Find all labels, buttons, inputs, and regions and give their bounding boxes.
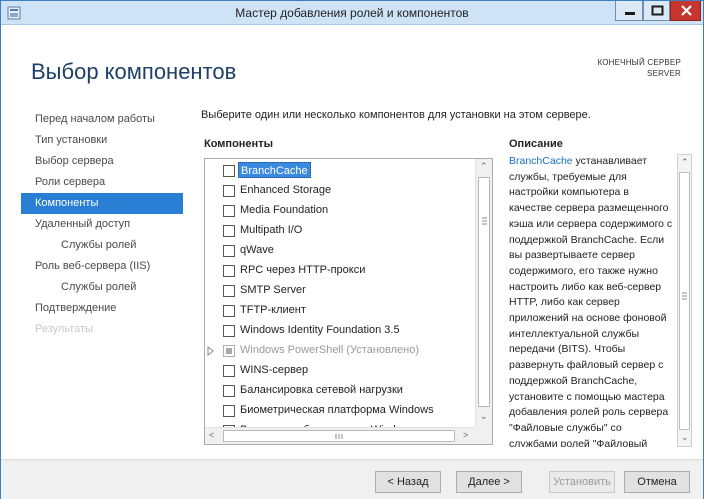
- description-body: устанавливает службы, требуемые для наст…: [509, 155, 673, 447]
- list-item-label: BranchCache: [238, 162, 311, 178]
- close-button[interactable]: [670, 1, 701, 21]
- checkbox[interactable]: [223, 245, 235, 257]
- list-item[interactable]: SMTP Server: [205, 281, 475, 301]
- list-item[interactable]: Балансировка сетевой нагрузки: [205, 381, 475, 401]
- list-item[interactable]: WINS-сервер: [205, 361, 475, 381]
- wizard-window: Мастер добавления ролей и компонентов Вы…: [0, 0, 704, 499]
- nav-item-remote-access-role-services[interactable]: Службы ролей: [21, 235, 183, 256]
- nav-item-server-selection[interactable]: Выбор сервера: [21, 151, 183, 172]
- destination-server: КОНЕЧНЫЙ СЕРВЕР SERVER: [597, 57, 681, 79]
- list-item[interactable]: TFTP-клиент: [205, 301, 475, 321]
- list-item[interactable]: Enhanced Storage: [205, 181, 475, 201]
- checkbox[interactable]: [223, 185, 235, 197]
- list-item-label: TFTP-клиент: [240, 304, 306, 316]
- scroll-thumb[interactable]: [679, 172, 690, 430]
- checkbox[interactable]: [223, 365, 235, 377]
- list-item-label: qWave: [240, 244, 274, 256]
- nav-item-results: Результаты: [35, 323, 93, 335]
- install-button: Установить: [549, 471, 615, 493]
- nav-item-confirmation[interactable]: Подтверждение: [21, 298, 183, 319]
- scroll-right-icon[interactable]: >: [463, 430, 468, 440]
- minimize-button[interactable]: [615, 1, 643, 21]
- scroll-left-icon[interactable]: <: [209, 430, 214, 440]
- maximize-icon: [651, 5, 664, 16]
- title-bar[interactable]: Мастер добавления ролей и компонентов: [1, 1, 703, 25]
- list-item[interactable]: Биометрическая платформа Windows: [205, 401, 475, 421]
- cancel-button[interactable]: Отмена: [624, 471, 690, 493]
- scrollbar-corner: [475, 427, 492, 444]
- nav-item-features[interactable]: Компоненты: [21, 193, 183, 214]
- description-panel: BranchCache устанавливает службы, требуе…: [509, 154, 692, 447]
- destination-server-name: SERVER: [647, 69, 681, 78]
- minimize-icon: [625, 12, 635, 15]
- window-title: Мастер добавления ролей и компонентов: [235, 6, 469, 20]
- next-button[interactable]: Далее >: [456, 471, 522, 493]
- checkbox[interactable]: [223, 385, 235, 397]
- list-item-label: Биометрическая платформа Windows: [240, 404, 434, 416]
- wizard-nav: Перед началом работы Тип установки Выбор…: [21, 109, 183, 340]
- description-scrollbar[interactable]: ⌃ ⌄: [677, 154, 692, 447]
- list-item-label: Windows PowerShell (Установлено): [240, 344, 419, 356]
- nav-item-web-server-role-services[interactable]: Службы ролей: [21, 277, 183, 298]
- nav-item-server-roles[interactable]: Роли сервера: [21, 172, 183, 193]
- list-item-label: Multipath I/O: [240, 224, 303, 236]
- instruction-text: Выберите один или несколько компонентов …: [201, 109, 591, 121]
- description-link[interactable]: BranchCache: [509, 155, 573, 167]
- checkbox[interactable]: [223, 225, 235, 237]
- list-item-label: RPC через HTTP-прокси: [240, 264, 366, 276]
- nav-item-before-you-begin[interactable]: Перед началом работы: [21, 109, 183, 130]
- list-item-label: Enhanced Storage: [240, 184, 332, 196]
- list-item-label: Media Foundation: [240, 204, 329, 216]
- checkbox[interactable]: [223, 165, 235, 177]
- scroll-thumb[interactable]: [223, 430, 455, 442]
- checkbox[interactable]: [223, 305, 235, 317]
- grip-icon: [335, 434, 343, 439]
- scroll-up-icon[interactable]: ⌃: [681, 157, 689, 168]
- destination-server-label: КОНЕЧНЫЙ СЕРВЕР: [597, 58, 681, 67]
- scroll-up-icon[interactable]: ⌃: [480, 161, 488, 172]
- grip-icon: [682, 292, 687, 300]
- components-header: Компоненты: [204, 138, 273, 150]
- components-horizontal-scrollbar[interactable]: < >: [205, 427, 475, 444]
- list-item[interactable]: RPC через HTTP-прокси: [205, 261, 475, 281]
- list-item-label: Балансировка сетевой нагрузки: [240, 384, 403, 396]
- list-item-label: SMTP Server: [240, 284, 306, 296]
- description-text: BranchCache устанавливает службы, требуе…: [509, 154, 673, 447]
- list-item[interactable]: Multipath I/O: [205, 221, 475, 241]
- checkbox[interactable]: [223, 205, 235, 217]
- maximize-button[interactable]: [643, 1, 670, 21]
- checkbox-partial: [223, 345, 235, 357]
- components-vertical-scrollbar[interactable]: ⌃ ⌄: [475, 159, 492, 428]
- list-item[interactable]: Windows Identity Foundation 3.5: [205, 321, 475, 341]
- back-button[interactable]: < Назад: [375, 471, 441, 493]
- list-item[interactable]: Windows PowerShell (Установлено): [205, 341, 475, 361]
- nav-item-installation-type[interactable]: Тип установки: [21, 130, 183, 151]
- components-list[interactable]: BranchCache Enhanced Storage Media Found…: [204, 158, 493, 445]
- scroll-down-icon[interactable]: ⌄: [480, 411, 488, 422]
- checkbox[interactable]: [223, 325, 235, 337]
- checkbox[interactable]: [223, 265, 235, 277]
- nav-item-remote-access[interactable]: Удаленный доступ: [21, 214, 183, 235]
- wizard-footer: < Назад Далее > Установить Отмена: [1, 459, 703, 499]
- list-item-label: Windows Identity Foundation 3.5: [240, 324, 400, 336]
- list-item[interactable]: BranchCache: [205, 161, 475, 181]
- page-title: Выбор компонентов: [31, 59, 237, 84]
- description-header: Описание: [509, 138, 563, 150]
- list-item[interactable]: qWave: [205, 241, 475, 261]
- partial-check-icon: [226, 348, 232, 354]
- grip-icon: [482, 217, 487, 225]
- nav-item-web-server-role[interactable]: Роль веб-сервера (IIS): [21, 256, 183, 277]
- checkbox[interactable]: [223, 405, 235, 417]
- list-item-label: WINS-сервер: [240, 364, 309, 376]
- expand-arrow-icon[interactable]: [207, 346, 215, 356]
- checkbox[interactable]: [223, 285, 235, 297]
- scroll-down-icon[interactable]: ⌄: [681, 432, 689, 443]
- close-icon: [681, 5, 692, 16]
- scroll-thumb[interactable]: [478, 177, 490, 407]
- list-item[interactable]: Media Foundation: [205, 201, 475, 221]
